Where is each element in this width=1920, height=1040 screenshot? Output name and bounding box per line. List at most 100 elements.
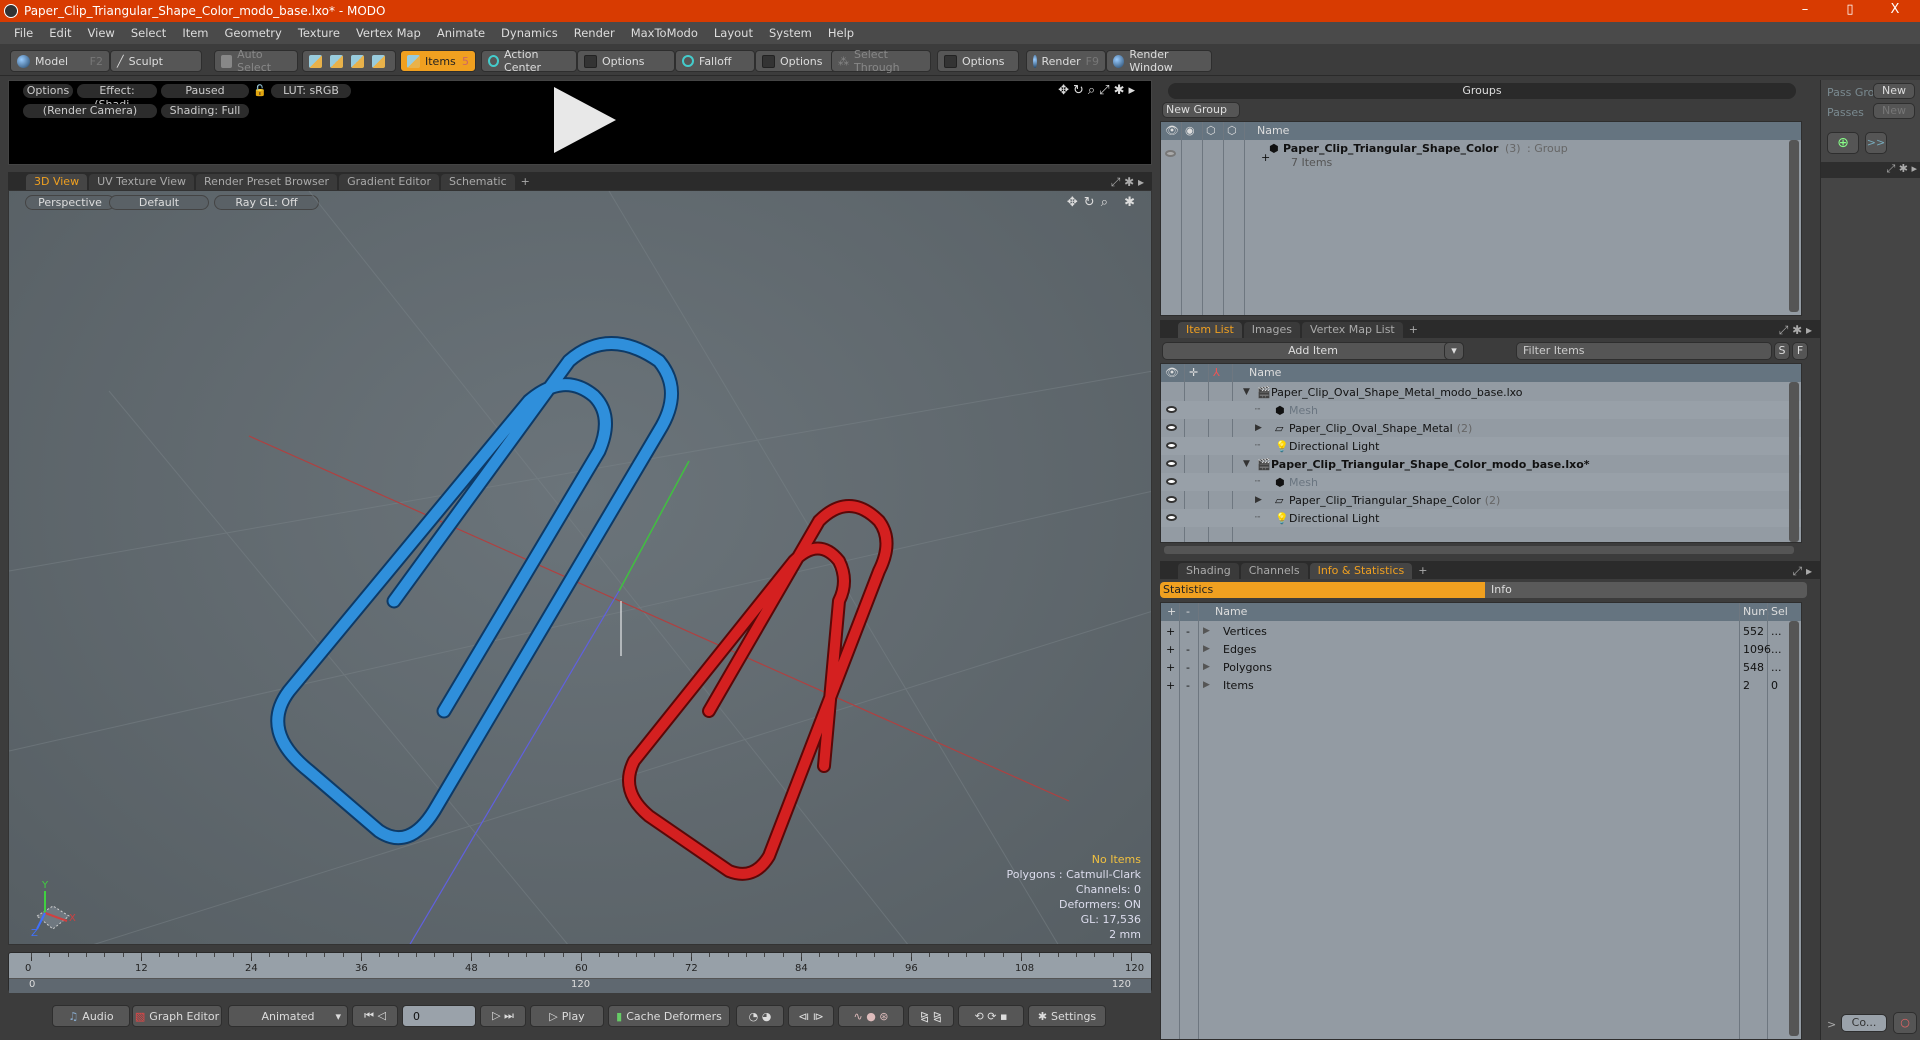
expand-all-col[interactable]: + [1167, 605, 1176, 618]
play-render-icon[interactable] [554, 87, 616, 153]
item-row[interactable]: ▼ 🎬 Paper_Clip_Oval_Shape_Metal_modo_base.… [1161, 383, 1801, 401]
graph-editor-button[interactable]: ▧ Graph Editor [132, 1005, 222, 1027]
item-list-scrollbar[interactable] [1789, 382, 1799, 542]
menu-geometry[interactable]: Geometry [225, 26, 282, 40]
tab-gradient-editor[interactable]: Gradient Editor [339, 174, 439, 190]
minimize-button[interactable]: – [1785, 0, 1825, 22]
items-mode-button[interactable]: Items 5 [400, 50, 476, 72]
preview-nav-icons[interactable]: ✥↻⌕⤢✱▸ [1058, 83, 1139, 98]
item-row[interactable]: ▶ ▱ Paper_Clip_Triangular_Shape_Color (2) [1161, 491, 1801, 509]
item-list-hscrollbar[interactable] [1164, 546, 1794, 554]
keyframe-buttons[interactable]: ∿ ● ⊛ [838, 1005, 904, 1027]
forward-button[interactable]: >> [1865, 132, 1887, 154]
tab-render-preset-browser[interactable]: Render Preset Browser [196, 174, 338, 190]
menu-edit[interactable]: Edit [49, 26, 71, 40]
menu-layout[interactable]: Layout [714, 26, 753, 40]
panel-expand-icons[interactable]: ⤢ ▸ [1793, 564, 1812, 579]
paused-toggle[interactable]: Paused [161, 84, 249, 98]
new-pass-button[interactable]: New [1873, 103, 1915, 119]
expand-arrow-icon[interactable]: ▶ [1203, 626, 1210, 636]
range-bar[interactable]: 0 120 120 [9, 979, 1151, 993]
filter-s-button[interactable]: S [1774, 342, 1790, 360]
cache-deformers-button[interactable]: ▮ Cache Deformers [608, 1005, 730, 1027]
timeline[interactable]: 0 12 24 36 48 60 72 84 96 108 120 0 120 120 [8, 952, 1152, 993]
close-button[interactable]: X [1875, 0, 1915, 22]
effect-dropdown[interactable]: Effect: (Shadi... [77, 84, 157, 111]
model-mode-button[interactable]: Model F2 [10, 50, 110, 72]
item-row[interactable]: ┈ 💡 Directional Light [1161, 509, 1801, 527]
eye-icon[interactable] [1166, 442, 1177, 449]
settings-button[interactable]: ✱ Settings [1028, 1005, 1106, 1027]
add-pass-icon[interactable]: ⊕ [1827, 132, 1859, 154]
tree-branch-icon[interactable]: ┈ [1255, 477, 1260, 487]
stats-num-col[interactable]: Num [1743, 605, 1769, 618]
new-group-button[interactable]: New Group [1162, 102, 1240, 118]
select-options-button[interactable]: Options [937, 50, 1019, 72]
tree-branch-icon[interactable]: ┈ [1255, 441, 1260, 451]
expand-gear-icons[interactable]: ⤢ ✱ ▸ [1111, 175, 1144, 190]
menu-texture[interactable]: Texture [298, 26, 340, 40]
vertices-mode-icon[interactable] [309, 54, 322, 68]
collapse-minus-button[interactable]: - [1186, 661, 1190, 674]
menu-help[interactable]: Help [828, 26, 854, 40]
restore-button[interactable]: ▯ [1830, 0, 1870, 22]
item-row[interactable]: ┈ ⬢ Mesh [1161, 473, 1801, 491]
info-subtab[interactable]: Info [1485, 582, 1807, 598]
key-nav-buttons[interactable]: ◔ ◕ [736, 1005, 784, 1027]
polygons-mode-icon[interactable] [351, 54, 364, 68]
falloff-options-button[interactable]: Options [755, 50, 837, 72]
menu-vertex-map[interactable]: Vertex Map [356, 26, 421, 40]
item-row[interactable]: ▼ 🎬 Paper_Clip_Triangular_Shape_Color_modo… [1161, 455, 1801, 473]
menu-animate[interactable]: Animate [437, 26, 485, 40]
collapse-all-col[interactable]: - [1186, 605, 1190, 618]
key-tools-buttons[interactable]: ⟲ ⟳ ▪ [958, 1005, 1024, 1027]
camera-dropdown[interactable]: (Render Camera) [23, 104, 157, 118]
stats-scrollbar[interactable] [1789, 621, 1799, 1036]
lut-dropdown[interactable]: LUT: sRGB [271, 84, 351, 98]
tab-images[interactable]: Images [1243, 322, 1300, 338]
groups-name-col[interactable]: Name [1257, 124, 1289, 137]
sculpt-mode-button[interactable]: ╱ Sculpt [110, 50, 202, 72]
action-center-options-button[interactable]: Options [577, 50, 675, 72]
menu-select[interactable]: Select [131, 26, 166, 40]
statistics-subtab[interactable]: Statistics [1160, 582, 1485, 598]
item-name-col[interactable]: Name [1249, 366, 1281, 379]
timeline-ruler[interactable]: 0 12 24 36 48 60 72 84 96 108 120 [9, 953, 1151, 979]
add-tab-button[interactable]: + [1405, 322, 1422, 338]
jump-start-buttons[interactable]: ⏮ ◁ [352, 1005, 398, 1027]
eye-icon[interactable] [1166, 478, 1177, 485]
group-row[interactable]: + ⬢ Paper_Clip_Triangular_Shape_Color (3… [1161, 141, 1801, 171]
tab-uv-texture-view[interactable]: UV Texture View [89, 174, 195, 190]
expand-plus-button[interactable]: + [1166, 661, 1175, 674]
select-through-button[interactable]: ⁂ Select Through [831, 48, 931, 74]
tab-3d-view[interactable]: 3D View [26, 174, 88, 190]
tree-branch-icon[interactable]: ┈ [1255, 513, 1260, 523]
expand-arrow-icon[interactable]: ▶ [1255, 495, 1262, 505]
add-item-button[interactable]: Add Item [1162, 342, 1464, 360]
menu-item[interactable]: Item [182, 26, 208, 40]
animated-dropdown[interactable]: Animated ▾ [228, 1005, 348, 1027]
stats-row[interactable]: + - ▶ Vertices 552... [1161, 622, 1801, 640]
pin-col-icon[interactable]: ✛ [1189, 366, 1198, 379]
corner-arrow[interactable]: > [1827, 1018, 1836, 1031]
tab-channels[interactable]: Channels [1240, 563, 1308, 579]
expand-plus-button[interactable]: + [1166, 625, 1175, 638]
visibility-col-icon[interactable]: 👁 [1165, 366, 1179, 379]
action-center-button[interactable]: Action Center [481, 48, 577, 74]
render-col-icon[interactable]: ◉ [1185, 124, 1195, 137]
stats-sel-col[interactable]: Sel [1771, 605, 1788, 618]
select-col-icon[interactable]: ⬡ [1227, 124, 1237, 137]
stats-row[interactable]: + - ▶ Edges 1096... [1161, 640, 1801, 658]
command-input[interactable]: Co... [1841, 1014, 1887, 1032]
3d-viewport[interactable]: Perspective Default Ray GL: Off ✥↻⌕ ✱ Y … [8, 190, 1152, 945]
materials-mode-icon[interactable] [372, 54, 385, 68]
filter-items-input[interactable]: Filter Items [1516, 342, 1772, 360]
expand-plus-button[interactable]: + [1166, 679, 1175, 692]
red-paperclip[interactable] [624, 501, 892, 879]
eye-icon[interactable] [1166, 406, 1177, 413]
audio-button[interactable]: ♫ Audio [52, 1005, 130, 1027]
axis-col-icon[interactable]: ⅄ [1213, 366, 1220, 379]
collapse-arrow-icon[interactable]: ▼ [1243, 459, 1250, 469]
render-button[interactable]: Render F9 [1026, 50, 1106, 72]
stats-row[interactable]: + - ▶ Items 2 0 [1161, 676, 1801, 694]
